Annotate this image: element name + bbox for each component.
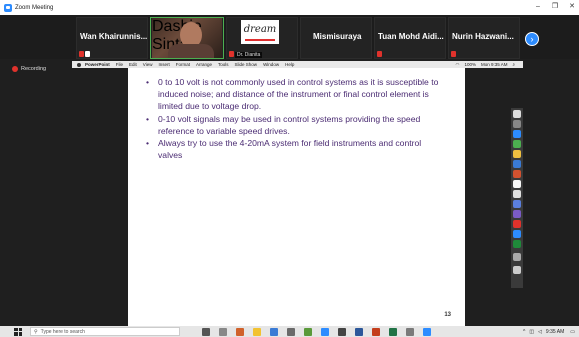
minimize-button[interactable]: – xyxy=(532,2,544,12)
participant-name: Tuan Mohd Aidi... xyxy=(378,32,444,41)
app-icon xyxy=(513,220,521,228)
participant-name: Mismisuraya xyxy=(313,32,362,41)
app-icon[interactable] xyxy=(270,327,278,336)
shared-mac-menu-bar: PowerPoint File Edit View Insert Format … xyxy=(72,61,523,68)
app-icon[interactable] xyxy=(338,327,346,336)
person-body xyxy=(168,44,214,58)
participant-name: Nurin Hazwani... xyxy=(452,32,514,41)
powerpoint-icon xyxy=(513,170,521,178)
calendar-icon xyxy=(513,180,521,188)
menu-item: Slide Show xyxy=(234,62,258,67)
next-page-chevron-icon[interactable]: › xyxy=(525,32,539,46)
apple-icon xyxy=(77,62,81,67)
spotlight-search-icon: ⌕ xyxy=(512,61,515,67)
recording-indicator[interactable]: Recording xyxy=(12,66,46,72)
menu-item: Arrange xyxy=(196,62,213,67)
zoom-logo-icon xyxy=(4,3,12,12)
trash-icon xyxy=(513,266,521,274)
launchpad-icon xyxy=(513,120,521,128)
powerpoint-taskbar-icon[interactable] xyxy=(372,327,380,336)
recording-label: Recording xyxy=(21,66,47,72)
app-icon[interactable] xyxy=(423,327,431,336)
tray-chevron-icon[interactable]: ^ xyxy=(523,329,525,335)
menu-item: Format xyxy=(175,62,191,67)
word-taskbar-icon[interactable] xyxy=(355,327,363,336)
notes-icon xyxy=(513,150,521,158)
search-icon: ⚲ xyxy=(34,328,38,335)
menu-item: View xyxy=(142,62,153,67)
mac-clock: Mon 9:35 AM xyxy=(480,61,508,67)
participant-video: Dashie Sinta xyxy=(152,18,222,58)
settings-gear-icon[interactable] xyxy=(287,327,295,336)
app-icon[interactable] xyxy=(304,327,312,336)
chrome-icon xyxy=(513,140,521,148)
menu-item: Edit xyxy=(129,62,137,67)
slide-bullet: 0 to 10 volt is not commonly used in con… xyxy=(144,76,444,113)
muted-mic-icon xyxy=(229,51,234,57)
file-explorer-icon[interactable] xyxy=(253,327,261,336)
menu-item: Window xyxy=(263,62,280,67)
presentation-slide: 0 to 10 volt is not commonly used in con… xyxy=(128,68,465,326)
search-placeholder: Type here to search xyxy=(40,328,85,335)
participant-tile[interactable]: Tuan Mohd Aidi... xyxy=(374,17,446,59)
finder-icon xyxy=(513,110,521,118)
safari-icon xyxy=(513,130,521,138)
menu-item: Help xyxy=(285,62,295,67)
muted-mic-icon xyxy=(377,51,382,57)
record-icon xyxy=(12,66,18,72)
window-title: Zoom Meeting xyxy=(15,4,54,11)
downloads-icon xyxy=(513,253,521,261)
menu-item: Insert xyxy=(158,62,170,67)
app-store-icon xyxy=(513,200,521,208)
taskbar-search-input[interactable]: ⚲ Type here to search xyxy=(30,327,180,336)
muted-mic-icon xyxy=(451,51,456,57)
participant-tile[interactable]: Mismisuraya xyxy=(300,17,372,59)
windows-start-icon[interactable] xyxy=(14,327,22,336)
excel-taskbar-icon[interactable] xyxy=(389,327,397,336)
battery-level: 100% xyxy=(464,61,476,67)
pin-icon xyxy=(85,51,90,57)
participant-name: Dr. Dianita xyxy=(235,52,263,58)
menu-item: File xyxy=(115,62,124,67)
slide-bullet: Always try to use the 4-20mA system for … xyxy=(144,137,444,161)
taskbar-clock[interactable]: 9:35 AM xyxy=(546,329,564,335)
task-view-icon[interactable] xyxy=(202,327,210,336)
windows-taskbar: ⚲ Type here to search xyxy=(0,326,579,337)
slide-bullet: 0-10 volt signals may be used in control… xyxy=(144,113,444,137)
slide-page-number: 13 xyxy=(444,312,451,318)
menu-item: Tools xyxy=(218,62,229,67)
maximize-button[interactable]: ❐ xyxy=(549,2,561,12)
zoom-dock-icon xyxy=(513,230,521,238)
participant-name: Wan Khairunnis... xyxy=(80,32,148,41)
word-icon xyxy=(513,160,521,168)
app-icon[interactable] xyxy=(406,327,414,336)
slide-bullet-list: 0 to 10 volt is not commonly used in con… xyxy=(144,76,444,161)
network-icon[interactable]: ◫ xyxy=(529,329,534,335)
title-bar: Zoom Meeting – ❐ ✕ xyxy=(0,0,579,15)
zoom-taskbar-icon[interactable] xyxy=(321,327,329,336)
music-icon xyxy=(513,210,521,218)
muted-mic-icon xyxy=(79,51,84,57)
notification-icon[interactable]: ▭ xyxy=(570,329,575,335)
photos-icon xyxy=(513,190,521,198)
close-button[interactable]: ✕ xyxy=(566,2,578,12)
shared-mac-dock xyxy=(511,108,523,288)
app-icon[interactable] xyxy=(236,327,244,336)
wifi-icon: ◠ xyxy=(455,61,460,67)
participant-logo: dream xyxy=(241,20,279,44)
system-tray: ^ ◫ ◁ 9:35 AM ▭ xyxy=(523,326,575,337)
participant-tile[interactable]: Wan Khairunnis... xyxy=(76,17,148,59)
volume-icon[interactable]: ◁ xyxy=(538,329,542,335)
participant-tile[interactable]: Nurin Hazwani... xyxy=(448,17,520,59)
app-icon[interactable] xyxy=(219,327,227,336)
excel-icon xyxy=(513,240,521,248)
menu-app-name: PowerPoint xyxy=(85,62,110,67)
